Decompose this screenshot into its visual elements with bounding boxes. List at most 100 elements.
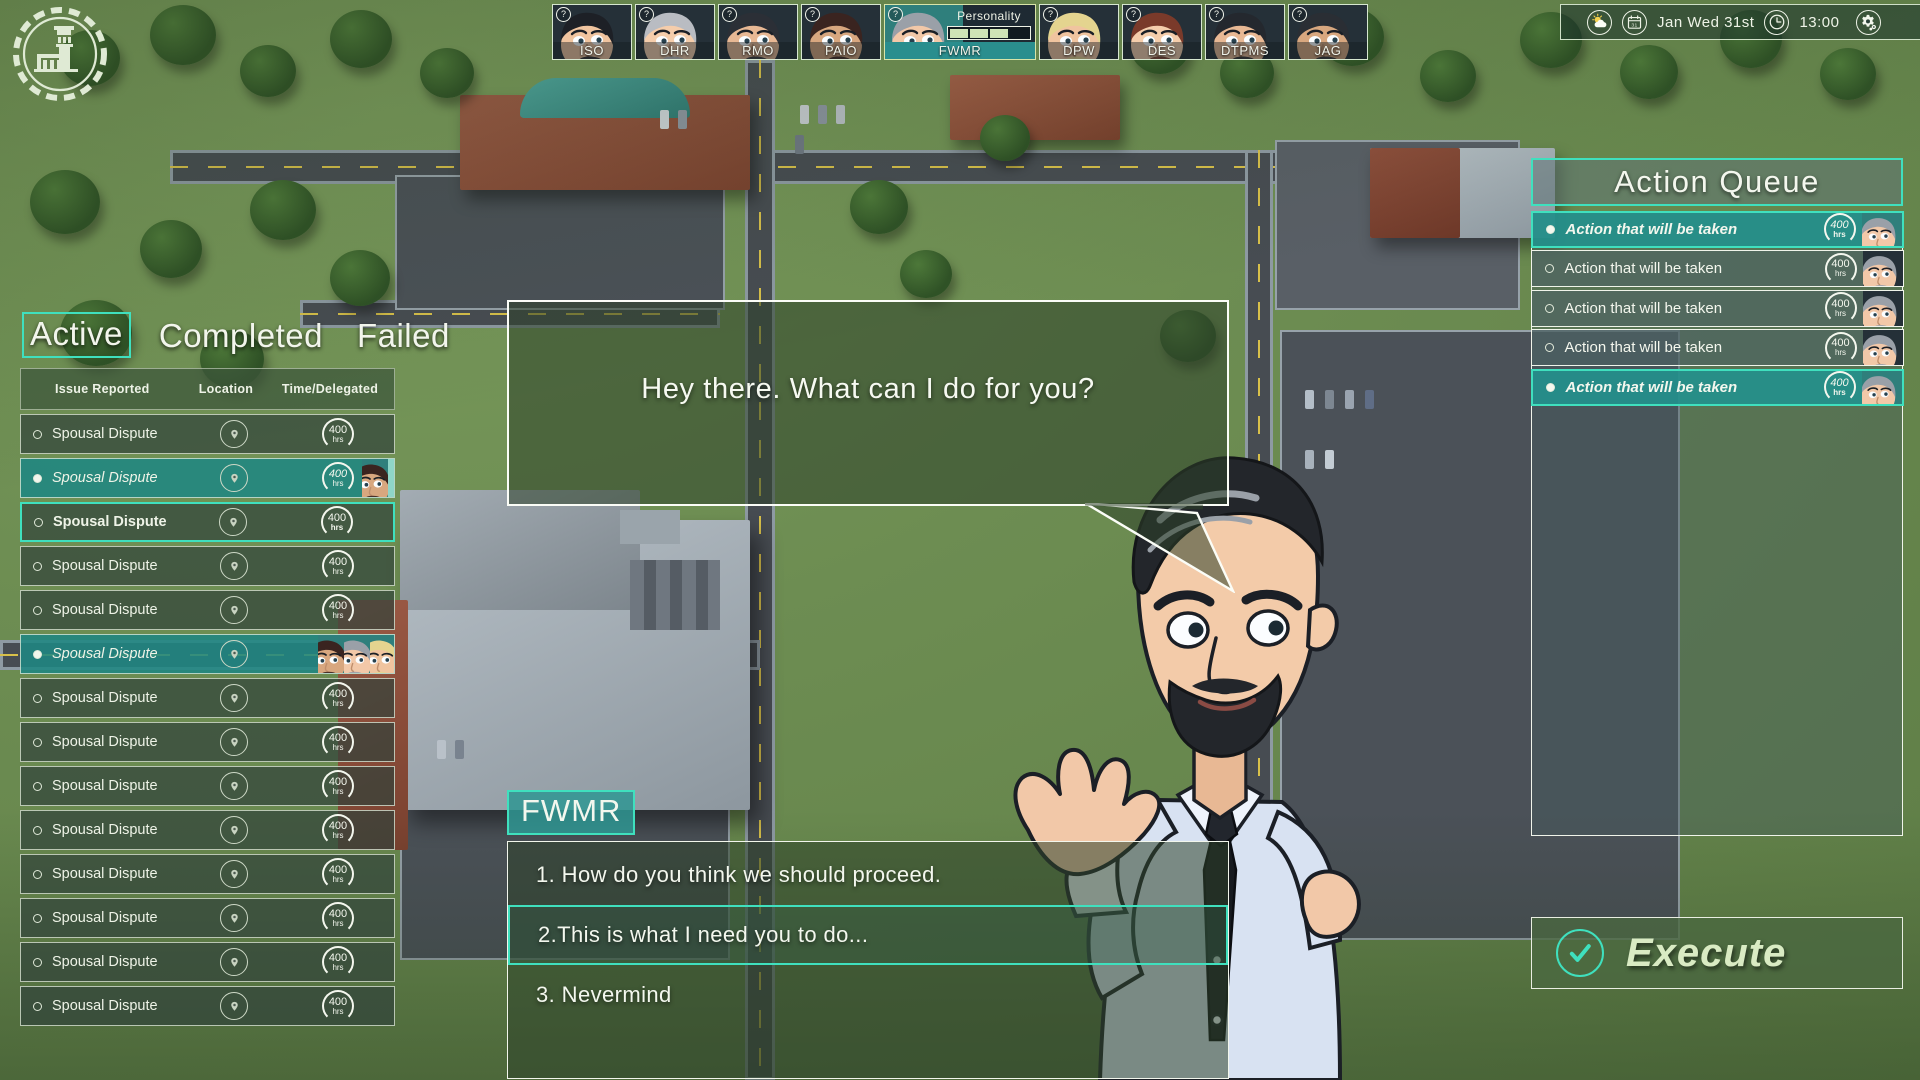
dialogue-option-3[interactable]: 3. Nevermind	[508, 965, 1228, 1025]
time-display: 13:00	[1799, 13, 1840, 31]
table-row[interactable]: Spousal Dispute 400hrs	[20, 810, 395, 850]
gear-icon[interactable]	[1855, 9, 1881, 35]
location-cell[interactable]	[186, 640, 282, 668]
location-cell[interactable]	[186, 684, 282, 712]
portrait-jag[interactable]: ? JAG	[1288, 4, 1368, 60]
location-cell[interactable]	[185, 508, 281, 536]
city-hall-logo[interactable]	[10, 4, 110, 104]
map-pin-icon[interactable]	[220, 684, 248, 712]
issues-tab-active[interactable]: Active	[22, 312, 131, 358]
department-portrait-bar[interactable]: ? ISO ? DHR ? RMO ? PAIO ? Personality F…	[552, 4, 1368, 60]
hours-unit: hrs	[332, 478, 344, 488]
map-pin-icon[interactable]	[220, 728, 248, 756]
map-pin-icon[interactable]	[220, 904, 248, 932]
map-pin-icon[interactable]	[220, 596, 248, 624]
action-queue-list[interactable]: Action that will be taken 400 hrs Action t…	[1530, 210, 1904, 836]
portrait-dhr[interactable]: ? DHR	[635, 4, 715, 60]
dialogue-option-2[interactable]: 2.This is what I need you to do...	[508, 905, 1228, 965]
queue-item[interactable]: Action that will be taken 400 hrs	[1530, 250, 1904, 287]
portrait-label: RMO	[719, 42, 797, 59]
queue-item-label: Action that will be taken	[1564, 260, 1723, 277]
map-pin-icon[interactable]	[220, 860, 248, 888]
portrait-paio[interactable]: ? PAIO	[801, 4, 881, 60]
table-row[interactable]: Spousal Dispute 400hrs	[20, 590, 395, 630]
map-pin-icon[interactable]	[220, 640, 248, 668]
location-cell[interactable]	[186, 816, 282, 844]
table-row[interactable]: Spousal Dispute 400hrs	[20, 766, 395, 806]
hours-indicator: 400hrs	[1823, 213, 1856, 245]
time-cell: 400hrs	[282, 726, 394, 758]
issues-table-body[interactable]: Spousal Dispute 400 hrs Spousal Dispute 40…	[20, 414, 395, 1026]
portrait-rmo[interactable]: ? RMO	[718, 4, 798, 60]
question-badge-icon[interactable]: ?	[1292, 7, 1307, 22]
location-cell[interactable]	[186, 464, 282, 492]
queue-item[interactable]: Action that will be taken 400 hrs	[1530, 289, 1904, 327]
location-cell[interactable]	[186, 904, 282, 932]
dialogue-panel[interactable]: FWMR 1. How do you think we should proce…	[507, 790, 1229, 1079]
action-queue-panel[interactable]: Action Queue Action that will be taken 40…	[1530, 158, 1904, 836]
issues-table-header: Issue Reported Location Time/Delegated	[20, 368, 395, 410]
table-row[interactable]: Spousal Dispute 400hrs	[20, 898, 395, 938]
row-status-dot	[33, 825, 42, 835]
portrait-des[interactable]: ? DES	[1122, 4, 1202, 60]
question-badge-icon[interactable]: ?	[805, 7, 820, 22]
map-pin-icon[interactable]	[220, 992, 248, 1020]
location-cell[interactable]	[186, 948, 282, 976]
table-row[interactable]: Spousal Dispute 400hrs	[20, 678, 395, 718]
map-pin-icon[interactable]	[220, 420, 248, 448]
table-row[interactable]: Spousal Dispute 400hrs	[20, 546, 395, 586]
dialogue-option-1[interactable]: 1. How do you think we should proceed.	[508, 845, 1228, 905]
location-cell[interactable]	[186, 860, 282, 888]
queue-item[interactable]: Action that will be taken 400 hrs	[1530, 368, 1904, 406]
calendar-icon: 31	[1622, 9, 1647, 35]
issues-tab-completed[interactable]: Completed	[153, 316, 329, 358]
table-row[interactable]: Spousal Dispute 400hrs	[20, 502, 395, 542]
table-row[interactable]: Spousal Dispute 400hrs	[20, 458, 395, 498]
location-cell[interactable]	[186, 772, 282, 800]
question-badge-icon[interactable]: ?	[1126, 7, 1141, 22]
portrait-fwmr[interactable]: ? Personality FWMR	[884, 4, 1036, 60]
table-row[interactable]: Spousal Dispute 400hrs	[20, 634, 395, 674]
question-badge-icon[interactable]: ?	[888, 7, 903, 22]
queue-item[interactable]: Action that will be taken 400 hrs	[1530, 210, 1904, 248]
table-row[interactable]: Spousal Dispute 400hrs	[20, 942, 395, 982]
issue-label: Spousal Dispute	[52, 558, 158, 574]
location-cell[interactable]	[186, 728, 282, 756]
queue-item[interactable]: Action that will be taken 400 hrs	[1530, 329, 1904, 366]
location-cell[interactable]	[186, 992, 282, 1020]
table-row[interactable]: Spousal Dispute 400hrs	[20, 722, 395, 762]
map-pin-icon[interactable]	[219, 508, 247, 536]
location-cell[interactable]	[186, 596, 282, 624]
dialogue-options-list[interactable]: 1. How do you think we should proceed. 2.…	[507, 841, 1229, 1079]
map-pin-icon[interactable]	[220, 552, 248, 580]
portrait-dpw[interactable]: ? DPW	[1039, 4, 1119, 60]
issues-tab-failed[interactable]: Failed	[351, 316, 456, 358]
portrait-dtpms[interactable]: ? DTPMS	[1205, 4, 1285, 60]
question-badge-icon[interactable]: ?	[556, 7, 571, 22]
portrait-label: DHR	[636, 42, 714, 59]
time-cell: 400hrs	[282, 682, 394, 714]
portrait-iso[interactable]: ? ISO	[552, 4, 632, 60]
table-row[interactable]: Spousal Dispute 400hrs	[20, 986, 395, 1026]
delegated-avatars	[346, 459, 394, 497]
location-cell[interactable]	[186, 420, 282, 448]
question-badge-icon[interactable]: ?	[639, 7, 654, 22]
map-pin-icon[interactable]	[220, 772, 248, 800]
question-badge-icon[interactable]: ?	[1209, 7, 1224, 22]
map-pin-icon[interactable]	[220, 816, 248, 844]
location-cell[interactable]	[186, 552, 282, 580]
execute-button[interactable]: Execute	[1531, 917, 1903, 989]
personality-segment	[1010, 29, 1028, 38]
map-pin-icon[interactable]	[220, 948, 248, 976]
question-badge-icon[interactable]: ?	[722, 7, 737, 22]
table-row[interactable]: Spousal Dispute 400hrs	[20, 414, 395, 454]
question-badge-icon[interactable]: ?	[1043, 7, 1058, 22]
table-row[interactable]: Spousal Dispute 400hrs	[20, 854, 395, 894]
map-pin-icon[interactable]	[220, 464, 248, 492]
issues-panel[interactable]: Active Completed Failed Issue Reported Loc…	[20, 312, 449, 1026]
hours-unit: hrs	[1834, 348, 1847, 357]
issues-tab-bar[interactable]: Active Completed Failed	[20, 312, 449, 358]
time-cell: 400hrs	[282, 418, 394, 450]
hours-unit: hrs	[1834, 308, 1847, 318]
avatar	[354, 635, 394, 673]
